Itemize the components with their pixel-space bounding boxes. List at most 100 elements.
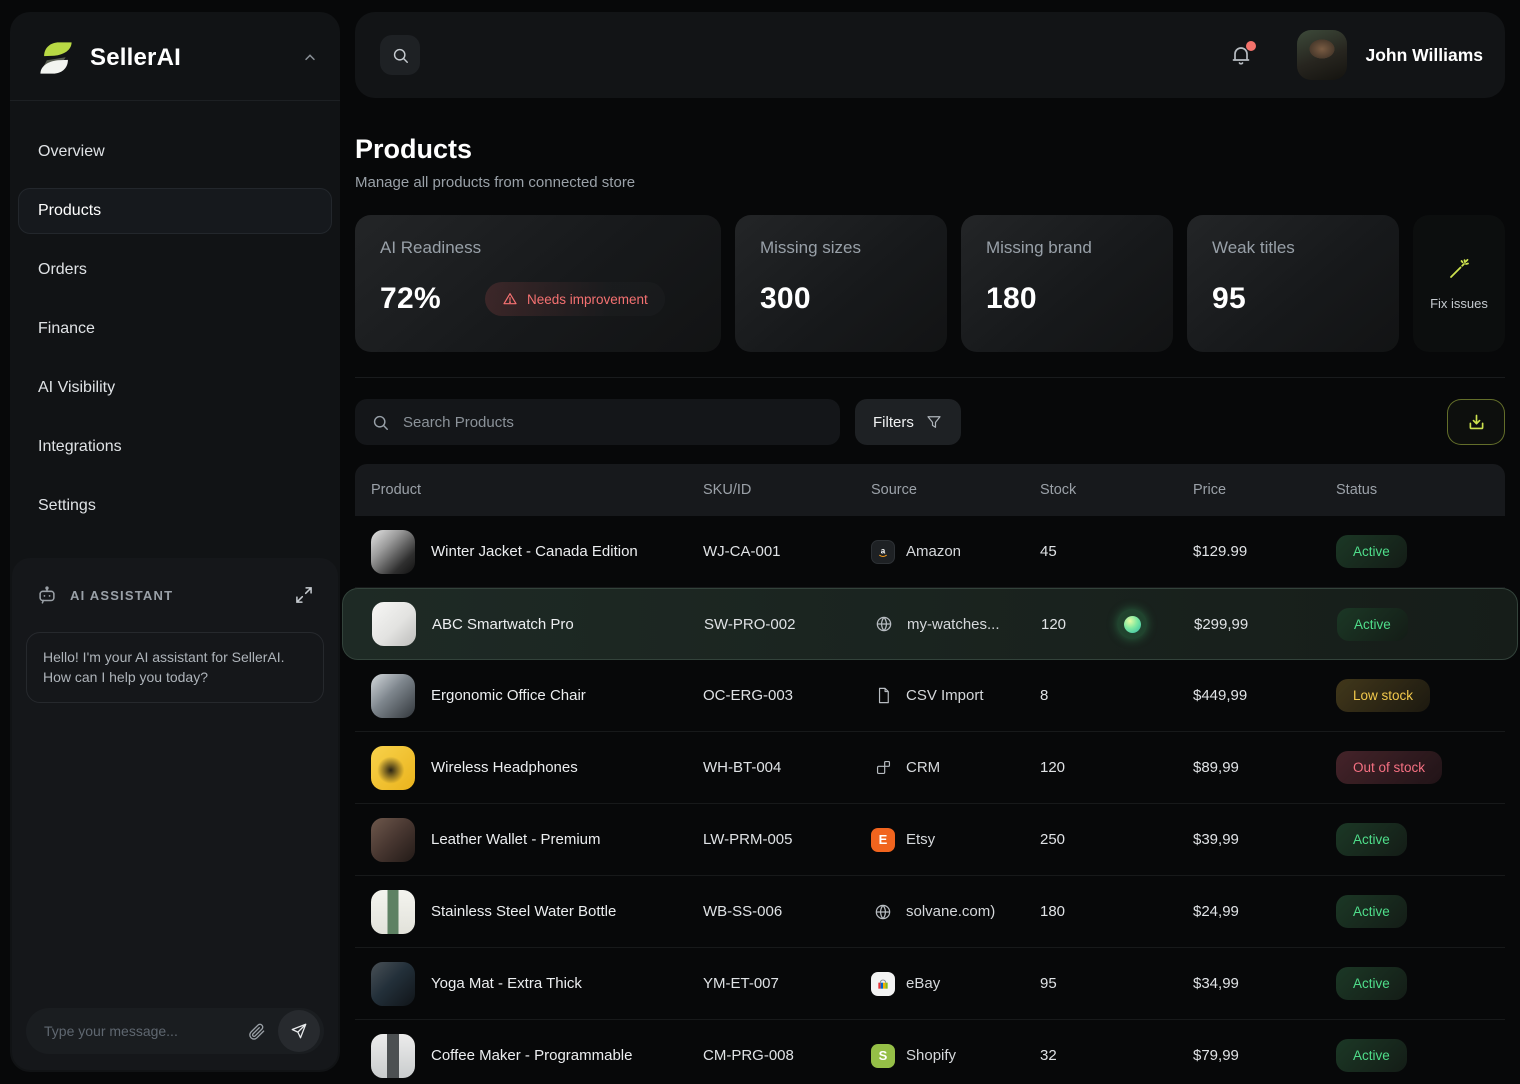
status-badge: Active — [1336, 535, 1407, 568]
status-badge: Active — [1337, 608, 1408, 641]
svg-text:a: a — [881, 546, 886, 555]
col-status: Status — [1336, 482, 1485, 498]
stat-value: 180 — [986, 282, 1037, 316]
product-name: Yoga Mat - Extra Thick — [431, 975, 582, 992]
product-search-box — [355, 399, 840, 445]
product-stock: 45 — [1040, 543, 1193, 560]
top-header-bar: John Williams — [355, 12, 1505, 98]
user-name: John Williams — [1365, 45, 1483, 66]
product-thumbnail — [371, 1034, 415, 1078]
source-name: Etsy — [906, 831, 935, 848]
product-thumbnail — [371, 962, 415, 1006]
table-row[interactable]: Stainless Steel Water Bottle WB-SS-006 s… — [355, 876, 1505, 948]
user-avatar[interactable] — [1297, 30, 1347, 80]
file-icon — [871, 684, 895, 708]
brand-header: SellerAI — [10, 12, 340, 101]
stat-value: 72% — [380, 282, 441, 316]
stat-card-missing-sizes: Missing sizes 300 — [735, 215, 947, 352]
needs-improvement-badge: Needs improvement — [485, 282, 665, 316]
product-name: Winter Jacket - Canada Edition — [431, 543, 638, 560]
global-search-button[interactable] — [380, 35, 420, 75]
source-name: CSV Import — [906, 687, 984, 704]
stat-value: 300 — [760, 282, 811, 316]
source-name: Amazon — [906, 543, 961, 560]
product-name: Wireless Headphones — [431, 759, 578, 776]
table-row-selected[interactable]: ABC Smartwatch Pro SW-PRO-002 my-watches… — [342, 588, 1518, 660]
warning-triangle-icon — [502, 291, 518, 307]
table-row[interactable]: Winter Jacket - Canada Edition WJ-CA-001… — [355, 516, 1505, 588]
product-thumbnail — [371, 530, 415, 574]
assistant-title: AI ASSISTANT — [70, 588, 282, 603]
send-button[interactable] — [278, 1010, 320, 1052]
sidebar-item-products[interactable]: Products — [18, 188, 332, 234]
globe-icon — [871, 900, 895, 924]
sidebar-item-integrations[interactable]: Integrations — [18, 424, 332, 470]
products-toolbar: Filters — [355, 399, 1505, 445]
source-name: solvane.com) — [906, 903, 995, 920]
sidebar-item-ai-visibility[interactable]: AI Visibility — [18, 365, 332, 411]
product-sku: SW-PRO-002 — [704, 616, 872, 633]
table-row[interactable]: Leather Wallet - Premium LW-PRM-005 E Et… — [355, 804, 1505, 876]
col-stock: Stock — [1040, 482, 1193, 498]
table-row[interactable]: Coffee Maker - Programmable CM-PRG-008 S… — [355, 1020, 1505, 1084]
product-price: $449,99 — [1193, 687, 1336, 704]
filters-button[interactable]: Filters — [855, 399, 961, 445]
shopify-bag-icon: S — [871, 1044, 895, 1068]
paperclip-icon — [247, 1022, 266, 1041]
chevron-up-icon[interactable] — [302, 50, 318, 66]
ebay-bag-icon — [871, 972, 895, 996]
source-name: Shopify — [906, 1047, 956, 1064]
product-price: $34,99 — [1193, 975, 1336, 992]
product-price: $39,99 — [1193, 831, 1336, 848]
assistant-message: Hello! I'm your AI assistant for SellerA… — [26, 632, 324, 703]
main-content: John Williams Products Manage all produc… — [355, 0, 1505, 1084]
fix-issues-label: Fix issues — [1430, 296, 1488, 311]
notifications-button[interactable] — [1229, 43, 1253, 67]
product-thumbnail — [371, 818, 415, 862]
stat-card-weak-titles: Weak titles 95 — [1187, 215, 1399, 352]
product-name: Stainless Steel Water Bottle — [431, 903, 616, 920]
table-row[interactable]: Wireless Headphones WH-BT-004 CRM 120 $8… — [355, 732, 1505, 804]
globe-icon — [872, 612, 896, 636]
product-stock: 8 — [1040, 687, 1193, 704]
stat-card-ai-readiness: AI Readiness 72% Needs improvement — [355, 215, 721, 352]
sidebar-item-settings[interactable]: Settings — [18, 483, 332, 529]
table-header: Product SKU/ID Source Stock Price Status — [355, 464, 1505, 516]
crm-grid-icon — [871, 756, 895, 780]
sidebar-item-orders[interactable]: Orders — [18, 247, 332, 293]
product-thumbnail — [372, 602, 416, 646]
table-row[interactable]: Ergonomic Office Chair OC-ERG-003 CSV Im… — [355, 660, 1505, 732]
stats-cards: AI Readiness 72% Needs improvement Missi… — [355, 215, 1505, 352]
export-download-button[interactable] — [1447, 399, 1505, 445]
ai-assistant-panel: AI ASSISTANT Hello! I'm your AI assistan… — [12, 558, 338, 1070]
product-price: $89,99 — [1193, 759, 1336, 776]
stat-value: 95 — [1212, 282, 1246, 316]
sidebar: SellerAI Overview Products Orders Financ… — [10, 12, 340, 1072]
stat-label: Weak titles — [1212, 238, 1374, 258]
product-stock: 32 — [1040, 1047, 1193, 1064]
source-name: CRM — [906, 759, 940, 776]
assistant-message-input[interactable] — [44, 1023, 241, 1039]
expand-icon[interactable] — [294, 585, 314, 605]
table-row[interactable]: Yoga Mat - Extra Thick YM-ET-007 eBay 95… — [355, 948, 1505, 1020]
product-sku: WB-SS-006 — [703, 903, 871, 920]
stat-label: Missing brand — [986, 238, 1148, 258]
amazon-icon: a — [871, 540, 895, 564]
product-thumbnail — [371, 674, 415, 718]
product-search-input[interactable] — [403, 414, 824, 431]
product-name: ABC Smartwatch Pro — [432, 616, 574, 633]
product-sku: LW-PRM-005 — [703, 831, 871, 848]
col-product: Product — [355, 482, 703, 498]
fix-issues-button[interactable]: Fix issues — [1413, 215, 1505, 352]
brand-name: SellerAI — [90, 44, 290, 72]
sidebar-item-finance[interactable]: Finance — [18, 306, 332, 352]
search-icon — [371, 413, 390, 432]
stat-label: AI Readiness — [380, 238, 696, 258]
status-badge: Out of stock — [1336, 751, 1442, 784]
page-subtitle: Manage all products from connected store — [355, 174, 1505, 191]
attach-button[interactable] — [241, 1016, 272, 1047]
download-icon — [1466, 412, 1487, 433]
status-badge: Active — [1336, 823, 1407, 856]
sidebar-item-overview[interactable]: Overview — [18, 129, 332, 175]
status-badge: Active — [1336, 1039, 1407, 1072]
